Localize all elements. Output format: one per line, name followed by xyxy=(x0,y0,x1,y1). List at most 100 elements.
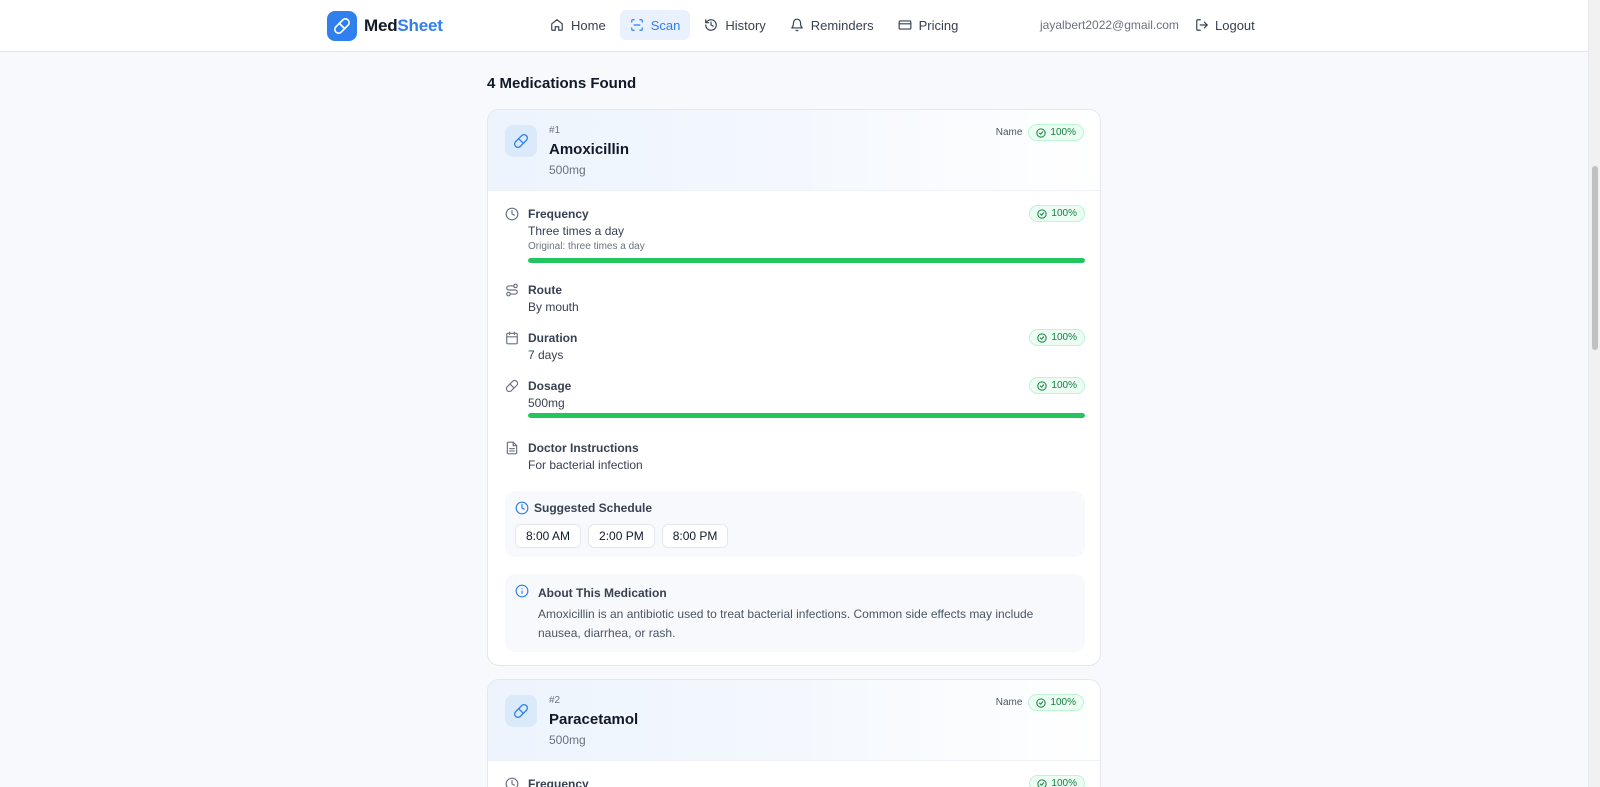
duration-label: Duration xyxy=(528,331,578,345)
name-confidence-label: Name xyxy=(995,697,1023,708)
about-text: Amoxicillin is an antibiotic used to tre… xyxy=(538,607,1034,640)
frequency-label: Frequency xyxy=(528,207,589,221)
app-logo[interactable]: MedSheet xyxy=(327,11,443,41)
medication-index: #2 xyxy=(549,695,561,706)
home-icon xyxy=(551,19,563,31)
nav-pricing-label: Pricing xyxy=(918,17,959,33)
instructions-label: Doctor Instructions xyxy=(528,441,639,455)
main-nav: Home Scan History Reminders Pricing xyxy=(540,10,968,40)
pill-icon xyxy=(505,379,519,393)
dosage-label: Dosage xyxy=(528,379,572,393)
page-scrollbar[interactable] xyxy=(1588,0,1600,787)
about-title: About This Medication xyxy=(538,586,667,600)
duration-confidence-badge: 100% xyxy=(1029,329,1085,346)
instructions-value: For bacterial infection xyxy=(528,458,643,472)
duration-value: 7 days xyxy=(528,348,564,362)
medication-card-header: #1 Amoxicillin 500mg Name 100% xyxy=(488,110,1100,191)
clock-icon xyxy=(505,207,519,221)
frequency-field: Frequency 100% xyxy=(505,775,1085,787)
route-value: By mouth xyxy=(528,300,579,314)
nav-home-label: Home xyxy=(571,17,606,33)
medication-card: #2 Paracetamol 500mg Name 100% Frequency… xyxy=(487,679,1101,787)
nav-scan-label: Scan xyxy=(650,17,681,33)
results-title: 4 Medications Found xyxy=(487,75,637,92)
check-circle-icon xyxy=(1037,332,1048,343)
bell-icon xyxy=(790,18,803,32)
schedule-time-chip[interactable]: 8:00 PM xyxy=(661,524,729,548)
top-navbar: MedSheet Home Scan History Reminders Pri… xyxy=(0,0,1588,52)
frequency-confidence-bar xyxy=(528,258,1085,263)
schedule-time-chip[interactable]: 2:00 PM xyxy=(588,524,655,548)
name-confidence-label: Name xyxy=(995,127,1023,138)
check-circle-icon xyxy=(1037,380,1048,391)
dosage-field: Dosage 500mg 100% xyxy=(505,377,1085,429)
history-icon xyxy=(705,19,718,31)
frequency-original: Original: three times a day xyxy=(528,241,645,252)
route-icon xyxy=(505,283,519,297)
medication-strength: 500mg xyxy=(549,733,586,747)
calendar-icon xyxy=(505,331,519,345)
name-confidence: Name 100% xyxy=(996,124,1084,141)
confidence-value: 100% xyxy=(1050,697,1076,708)
check-circle-icon xyxy=(1037,208,1048,219)
frequency-confidence-value: 100% xyxy=(1051,208,1077,219)
frequency-confidence-badge: 100% xyxy=(1029,775,1085,787)
pill-icon xyxy=(505,695,537,727)
duration-field: Duration 7 days 100% xyxy=(505,329,1085,365)
about-medication: About This Medication Amoxicillin is an … xyxy=(505,574,1085,652)
frequency-confidence-fill xyxy=(528,258,1085,263)
check-circle-icon xyxy=(1037,778,1048,787)
dosage-value: 500mg xyxy=(528,396,565,410)
dosage-confidence-badge: 100% xyxy=(1029,377,1085,394)
route-label: Route xyxy=(528,283,562,297)
nav-history[interactable]: History xyxy=(694,10,775,40)
scan-icon xyxy=(630,19,643,31)
app-name-part2: Sheet xyxy=(397,16,443,35)
nav-reminders[interactable]: Reminders xyxy=(780,10,884,40)
clock-icon xyxy=(505,777,519,787)
logout-button[interactable]: Logout xyxy=(1195,10,1255,40)
logout-icon xyxy=(1196,19,1208,31)
logout-label: Logout xyxy=(1215,17,1255,33)
nav-history-label: History xyxy=(725,17,766,33)
dosage-confidence-value: 100% xyxy=(1051,380,1077,391)
info-icon xyxy=(515,584,529,598)
medication-name: Amoxicillin xyxy=(549,141,630,158)
confidence-value: 100% xyxy=(1050,127,1076,138)
frequency-field: Frequency Three times a day Original: th… xyxy=(505,205,1085,272)
pill-logo-icon xyxy=(327,11,357,41)
app-name: MedSheet xyxy=(364,16,443,36)
medication-card: #1 Amoxicillin 500mg Name 100% Frequency… xyxy=(487,109,1101,666)
dosage-confidence-fill xyxy=(528,413,1085,418)
dosage-confidence-bar xyxy=(528,413,1085,418)
instructions-field: Doctor Instructions For bacterial infect… xyxy=(505,441,1085,475)
schedule-title: Suggested Schedule xyxy=(534,501,653,515)
check-circle-icon xyxy=(1036,697,1047,708)
medication-strength: 500mg xyxy=(549,163,586,177)
suggested-schedule: Suggested Schedule 8:00 AM 2:00 PM 8:00 … xyxy=(505,491,1085,557)
schedule-time-chip[interactable]: 8:00 AM xyxy=(515,524,582,548)
nav-pricing[interactable]: Pricing xyxy=(888,10,969,40)
nav-home[interactable]: Home xyxy=(540,10,616,40)
route-field: Route By mouth xyxy=(505,283,1085,317)
medication-name: Paracetamol xyxy=(549,711,639,728)
duration-confidence-value: 100% xyxy=(1051,332,1077,343)
user-email: jayalbert2022@gmail.com xyxy=(1040,18,1179,32)
clock-icon xyxy=(515,501,529,515)
scrollbar-thumb[interactable] xyxy=(1592,166,1598,350)
nav-scan[interactable]: Scan xyxy=(619,10,691,40)
frequency-confidence-value: 100% xyxy=(1051,778,1077,787)
document-icon xyxy=(505,441,519,455)
confidence-badge: 100% xyxy=(1028,124,1084,141)
nav-reminders-label: Reminders xyxy=(810,17,874,33)
medication-index: #1 xyxy=(549,125,561,136)
frequency-value: Three times a day xyxy=(528,224,625,238)
name-confidence: Name 100% xyxy=(996,694,1084,711)
credit-card-icon xyxy=(898,20,912,30)
medication-card-header: #2 Paracetamol 500mg Name 100% xyxy=(488,680,1100,761)
confidence-badge: 100% xyxy=(1028,694,1084,711)
check-circle-icon xyxy=(1036,127,1047,138)
frequency-label: Frequency xyxy=(528,777,589,787)
frequency-confidence-badge: 100% xyxy=(1029,205,1085,222)
app-name-part1: Med xyxy=(364,16,398,35)
